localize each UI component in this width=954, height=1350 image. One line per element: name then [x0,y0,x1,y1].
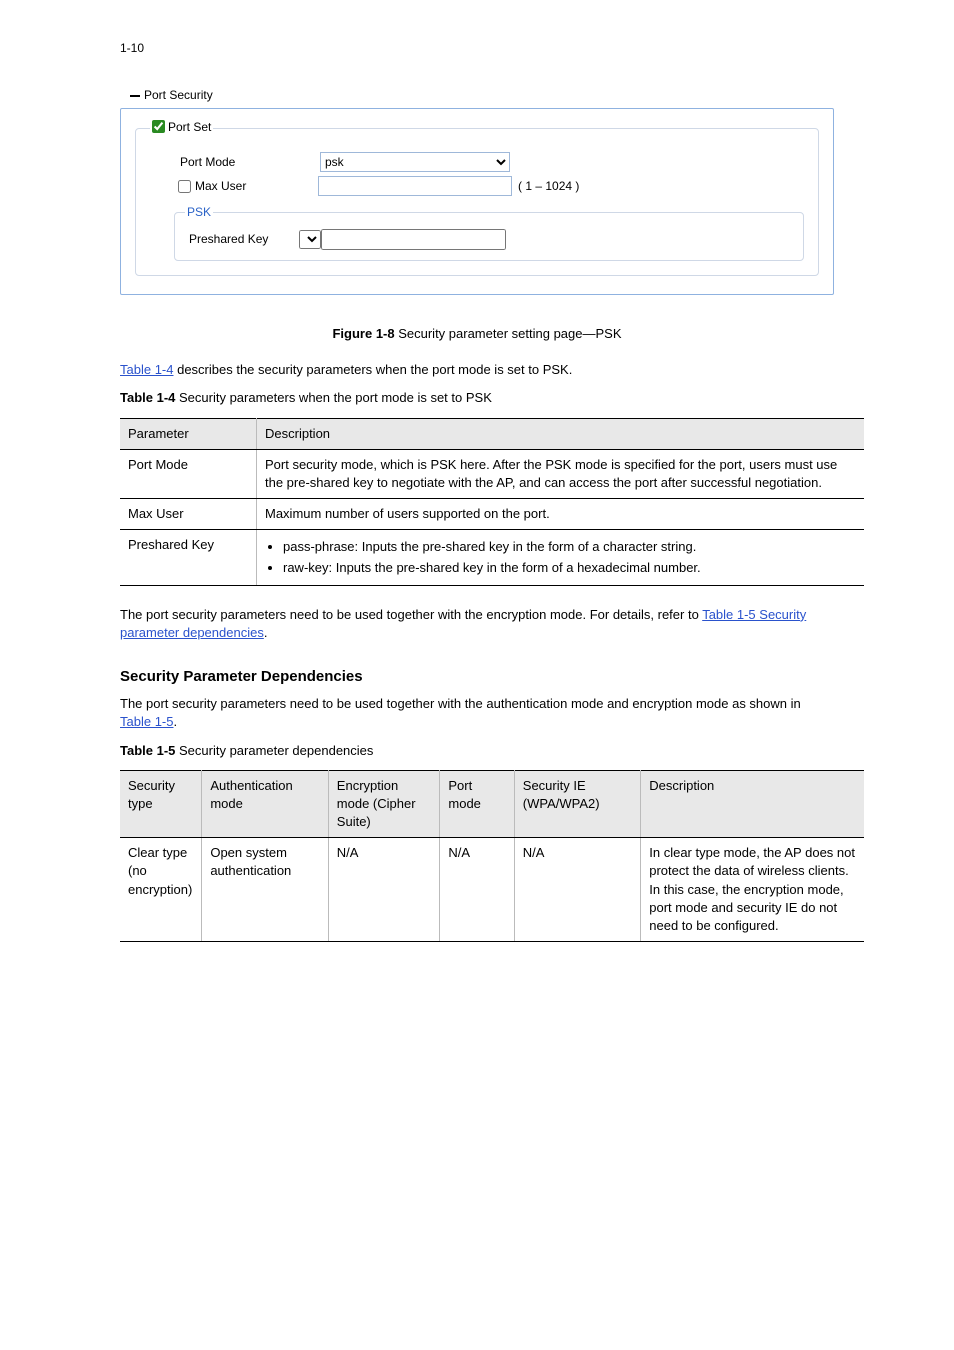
page-number: 1-10 [120,40,864,57]
preshared-key-type-select[interactable] [299,230,321,249]
t14-r3-param: Preshared Key [120,530,257,585]
security-dep-intro: The port security parameters need to be … [120,695,834,731]
sec-dep-text-2: . [173,714,177,729]
max-user-checkbox[interactable] [178,180,191,193]
t14-r1-param: Port Mode [120,449,257,498]
sec-dep-text-1: The port security parameters need to be … [120,696,801,711]
port-mode-select[interactable]: psk [320,152,510,172]
outer-panel: Port Set Port Mode psk Max User ( 1 – 10… [120,108,834,295]
t15-r1-c3: N/A [328,838,440,942]
security-parameter-dependencies-heading: Security Parameter Dependencies [120,666,834,687]
t15-h2: Authentication mode [202,770,328,838]
table-1-4-caption-text: Security parameters when the port mode i… [175,390,491,405]
figure-1-8-text: Security parameter setting page—PSK [395,326,622,341]
port-security-section-title: Port Security [130,87,834,104]
table-1-4: Parameter Description Port Mode Port sec… [120,418,864,586]
table-1-5: Security type Authentication mode Encryp… [120,770,864,943]
psk-legend: PSK [185,204,213,221]
preshared-key-label: Preshared Key [185,231,299,248]
t15-h6: Description [641,770,864,838]
t15-h1: Security type [120,770,202,838]
t15-r1-c4: N/A [440,838,514,942]
t14-header-description: Description [257,418,865,449]
table-1-5-number: Table 1-5 [120,743,175,758]
t14-r3-desc: pass-phrase: Inputs the pre-shared key i… [257,530,865,585]
t15-r1-c6: In clear type mode, the AP does not prot… [641,838,864,942]
max-user-range: ( 1 – 1024 ) [518,178,579,195]
psk-fieldset: PSK Preshared Key [174,204,804,261]
t15-r1-c5: N/A [514,838,640,942]
screenshot-port-security: Port Security Port Set Port Mode psk [120,87,834,295]
post-t14-text-2: . [264,625,268,640]
t14-r2-param: Max User [120,499,257,530]
post-t14-text-1: The port security parameters need to be … [120,607,702,622]
t15-h5: Security IE (WPA/WPA2) [514,770,640,838]
t14-r3-li2: raw-key: Inputs the pre-shared key in th… [283,559,856,577]
preshared-key-input[interactable] [321,229,506,250]
t15-h3: Encryption mode (Cipher Suite) [328,770,440,838]
t14-r1-desc: Port security mode, which is PSK here. A… [257,449,865,498]
t15-r1-c2: Open system authentication [202,838,328,942]
table-1-5-caption: Table 1-5 Security parameter dependencie… [120,742,834,760]
figure-1-8-caption: Figure 1-8 Security parameter setting pa… [90,325,864,343]
t15-r1-c1: Clear type (no encryption) [120,838,202,942]
t14-header-parameter: Parameter [120,418,257,449]
post-table-1-4-para: The port security parameters need to be … [120,606,834,642]
table-1-4-intro-text: describes the security parameters when t… [173,362,572,377]
max-user-input[interactable] [318,176,512,196]
table-1-4-number: Table 1-4 [120,390,175,405]
table-1-4-intro: Table 1-4 describes the security paramet… [120,361,834,379]
table-1-5-caption-text: Security parameter dependencies [175,743,373,758]
t14-r3-li1: pass-phrase: Inputs the pre-shared key i… [283,538,856,556]
figure-1-8-number: Figure 1-8 [332,326,394,341]
port-mode-label: Port Mode [150,154,320,171]
t15-h4: Port mode [440,770,514,838]
t14-r2-desc: Maximum number of users supported on the… [257,499,865,530]
port-set-checkbox[interactable] [152,120,165,133]
table-1-4-caption: Table 1-4 Security parameters when the p… [120,389,834,407]
port-set-label: Port Set [168,119,211,136]
table-1-4-link[interactable]: Table 1-4 [120,362,173,377]
port-set-fieldset: Port Set Port Mode psk Max User ( 1 – 10… [135,119,819,276]
table-1-5-link-2[interactable]: Table 1-5 [120,714,173,729]
max-user-label: Max User [195,178,246,195]
